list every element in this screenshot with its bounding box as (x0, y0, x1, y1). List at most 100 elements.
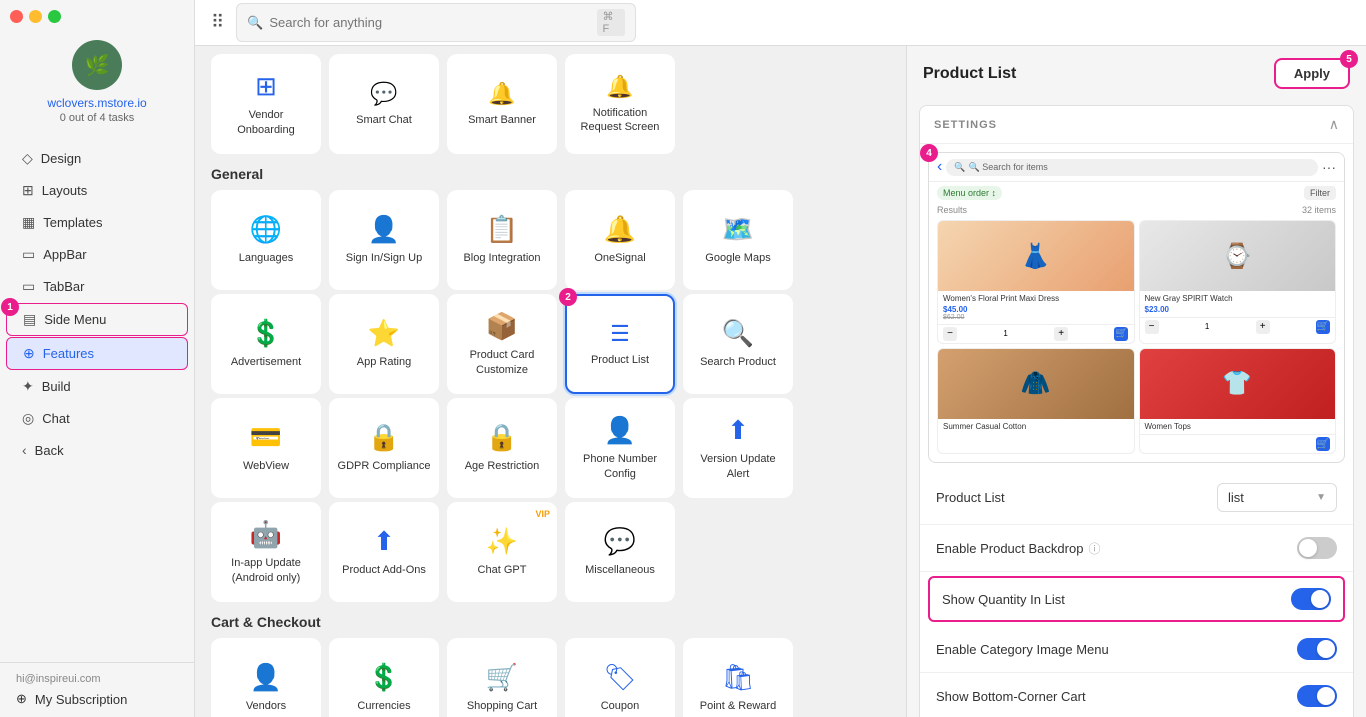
vendor-icon: ⊞ (255, 71, 277, 102)
card-languages[interactable]: 🌐 Languages (211, 190, 321, 290)
product-list-label: Product List (936, 490, 1005, 505)
collapse-icon[interactable]: ∧ (1329, 116, 1339, 133)
cart-section-label: Cart & Checkout (211, 614, 890, 630)
grid-dots-icon[interactable]: ⠿ (211, 12, 224, 33)
card-app-rating[interactable]: ⭐ App Rating (329, 294, 439, 394)
sidebar-item-label: Back (35, 443, 64, 458)
card-search-product[interactable]: 🔍 Search Product (683, 294, 793, 394)
card-in-app-update[interactable]: 🤖 In-app Update (Android only) (211, 502, 321, 602)
card-product-card-customize[interactable]: 📦 Product Card Customize (447, 294, 557, 394)
search-input[interactable] (269, 15, 591, 30)
avatar-placeholder: 🌿 (85, 53, 110, 78)
bottom-cart-row: Show Bottom-Corner Cart (920, 673, 1353, 717)
card-label: Currencies (353, 699, 414, 713)
card-coupon[interactable]: 🏷 Coupon (565, 638, 675, 717)
card-product-list[interactable]: ☰ Product List (565, 294, 675, 394)
product-list-dropdown[interactable]: list ▼ (1217, 483, 1337, 512)
qty-plus-2[interactable]: + (1256, 320, 1270, 334)
card-notification-request[interactable]: 🔔 Notification Request Screen (565, 54, 675, 154)
card-miscellaneous[interactable]: 💬 Miscellaneous (565, 502, 675, 602)
qty-plus-1[interactable]: + (1054, 327, 1068, 341)
card-label: Google Maps (701, 251, 774, 265)
template-icon: ▦ (22, 214, 35, 231)
card-label: In-app Update (Android only) (213, 556, 319, 585)
vendors-icon: 👤 (250, 662, 282, 693)
sidebar: 🌿 wclovers.mstore.io 0 out of 4 tasks ◇ … (0, 0, 195, 717)
sidebar-item-layouts[interactable]: ⊞ Layouts (6, 175, 188, 206)
card-sign-in-up[interactable]: 👤 Sign In/Sign Up (329, 190, 439, 290)
qty-minus-2[interactable]: − (1145, 320, 1159, 334)
card-currencies[interactable]: 💲 Currencies (329, 638, 439, 717)
traffic-light-yellow[interactable] (29, 10, 42, 23)
sidebar-item-appbar[interactable]: ▭ AppBar (6, 239, 188, 270)
qty-cart-4[interactable]: 🛒 (1316, 437, 1330, 451)
search-bar[interactable]: 🔍 ⌘ F (236, 3, 636, 42)
backdrop-toggle[interactable] (1297, 537, 1337, 559)
update-icon: ⬆ (727, 415, 749, 446)
preview-wrap: 4 ‹ 🔍 🔍 Search for items ··· (920, 144, 1353, 471)
card-smart-chat[interactable]: 💬 Smart Chat (329, 54, 439, 154)
sidebar-item-tabbar[interactable]: ▭ TabBar (6, 271, 188, 302)
site-name: wclovers.mstore.io (47, 96, 146, 110)
sidebar-item-label: Side Menu (44, 312, 106, 327)
category-label: Enable Category Image Menu (936, 642, 1109, 657)
qty-control-4: 🛒 (1140, 434, 1336, 453)
general-row-2: 💲 Advertisement ⭐ App Rating 📦 Product C… (211, 294, 890, 394)
sidebar-item-chat[interactable]: ◎ Chat (6, 403, 188, 434)
avatar: 🌿 (72, 40, 122, 90)
card-smart-banner[interactable]: 🔔 Smart Banner (447, 54, 557, 154)
card-label: GDPR Compliance (334, 459, 435, 473)
apply-btn-wrap: 5 Apply (1274, 58, 1350, 89)
step5-badge: 5 (1340, 50, 1358, 68)
cart-icon: 🛒 (486, 662, 518, 693)
category-toggle[interactable] (1297, 638, 1337, 660)
card-vendors[interactable]: 👤 Vendors (211, 638, 321, 717)
card-version-update[interactable]: ⬆ Version Update Alert (683, 398, 793, 498)
sidebar-item-side-menu[interactable]: ▤ Side Menu 1 (6, 303, 188, 336)
phone-back-icon: ‹ (937, 158, 942, 176)
misc-card-row: ⊞ VendorOnboarding 💬 Smart Chat 🔔 Smart … (211, 54, 890, 154)
qty-cart-2[interactable]: 🛒 (1316, 320, 1330, 334)
sidebar-item-back[interactable]: ‹ Back (6, 435, 188, 465)
card-age-restriction[interactable]: 🔒 Age Restriction (447, 398, 557, 498)
qty-cart-1[interactable]: 🛒 (1114, 327, 1128, 341)
quantity-toggle[interactable] (1291, 588, 1331, 610)
card-google-maps[interactable]: 🗺️ Google Maps (683, 190, 793, 290)
card-label: Vendors (242, 699, 290, 713)
subscription-label: My Subscription (35, 692, 127, 707)
card-gdpr[interactable]: 🔒 GDPR Compliance (329, 398, 439, 498)
tabbar-icon: ▭ (22, 278, 35, 295)
card-point-reward[interactable]: 🛍 Point & Reward (683, 638, 793, 717)
subscription-item[interactable]: ⊕ My Subscription (16, 691, 178, 707)
sidebar-item-features[interactable]: ⊕ Features (6, 337, 188, 370)
gdpr-icon: 🔒 (368, 422, 400, 453)
traffic-light-green[interactable] (48, 10, 61, 23)
chat-icon: ◎ (22, 410, 34, 427)
sidebar-item-label: Features (43, 346, 94, 361)
sidebar-item-templates[interactable]: ▦ Templates (6, 207, 188, 238)
sidebar-item-build[interactable]: ✦ Build (6, 371, 188, 402)
card-vendor-onboarding[interactable]: ⊞ VendorOnboarding (211, 54, 321, 154)
bottom-cart-toggle[interactable] (1297, 685, 1337, 707)
qty-minus-1[interactable]: − (943, 327, 957, 341)
apply-button[interactable]: Apply (1274, 58, 1350, 89)
smart-chat-icon: 💬 (370, 81, 397, 107)
webview-icon: 💳 (250, 422, 282, 453)
general-row-1: 🌐 Languages 👤 Sign In/Sign Up 📋 Blog Int… (211, 190, 890, 290)
rating-icon: ⭐ (368, 318, 400, 349)
card-shopping-cart[interactable]: 🛒 Shopping Cart (447, 638, 557, 717)
card-onesignal[interactable]: 🔔 OneSignal (565, 190, 675, 290)
card-phone-number-config[interactable]: 👤 Phone Number Config (565, 398, 675, 498)
filter-btn: Filter (1304, 186, 1336, 200)
phone-search-bar: 🔍 🔍 Search for items (946, 159, 1318, 176)
traffic-light-red[interactable] (10, 10, 23, 23)
product-img-1: 👗 (938, 221, 1134, 291)
card-webview[interactable]: 💳 WebView (211, 398, 321, 498)
card-advertisement[interactable]: 💲 Advertisement (211, 294, 321, 394)
card-product-addons[interactable]: ⬆ Product Add-Ons (329, 502, 439, 602)
product-price-2: $23.00 (1145, 305, 1331, 314)
card-chat-gpt[interactable]: VIP ✨ Chat GPT (447, 502, 557, 602)
card-blog-integration[interactable]: 📋 Blog Integration (447, 190, 557, 290)
sidebar-item-design[interactable]: ◇ Design (6, 143, 188, 174)
back-icon: ‹ (22, 442, 27, 458)
